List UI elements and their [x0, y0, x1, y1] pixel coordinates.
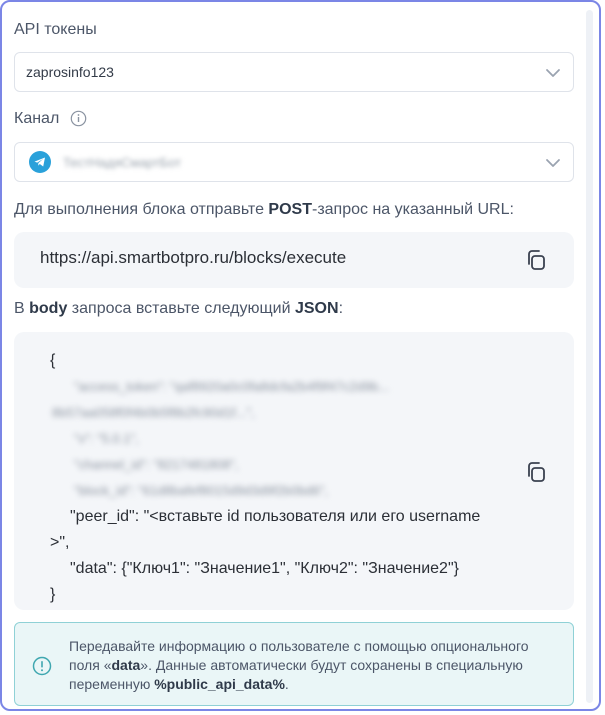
body-instruction-prefix: В [14, 300, 30, 317]
json-hidden-line: 8b57aa058f0f4b0b5f8b2fc90d1f...", [52, 405, 255, 420]
json-hidden-line: "block_id": "61d8bafef8015d9d3d9f2b0bd6"… [74, 483, 329, 498]
note-data-word: data [111, 657, 141, 673]
telegram-icon [29, 151, 51, 173]
json-open-brace: { [50, 352, 56, 369]
channel-label-row: Канал [14, 110, 87, 128]
api-tokens-value: zaprosinfo123 [26, 64, 114, 80]
url-box: https://api.smartbotpro.ru/blocks/execut… [14, 232, 574, 288]
copy-icon[interactable] [523, 247, 549, 273]
json-code[interactable]: { "access_token": "qaf8920a0c0fa8dcfa2b4… [40, 348, 480, 608]
channel-label: Канал [14, 110, 60, 127]
json-hidden-line: "v": "5.0.1", [74, 431, 139, 446]
json-hidden-line: "channel_id": "8217481808", [74, 457, 239, 472]
api-tokens-select[interactable]: zaprosinfo123 [14, 52, 574, 92]
body-instruction-middle: запроса вставьте следующий [67, 300, 295, 317]
body-instruction-suffix: : [338, 300, 344, 317]
json-peer-line-end: >", [50, 534, 70, 551]
json-hidden-line: "access_token": "qaf8920a0c0fa8dcfa2b4f9… [74, 379, 390, 394]
instruction-method: POST [268, 201, 312, 218]
channel-select[interactable]: ТестНадяСмартБот [14, 142, 574, 182]
note-text-part: . [284, 676, 289, 692]
body-instruction: В body запроса вставьте следующий JSON: [14, 300, 343, 318]
body-word: body [29, 300, 68, 317]
chevron-down-icon [546, 159, 560, 167]
json-peer-line: "peer_id": "<вставьте id пользователя ил… [70, 508, 481, 525]
url-instruction: Для выполнения блока отправьте POST-запр… [14, 201, 514, 219]
json-word: JSON [294, 300, 339, 317]
info-note-text: Передавайте информацию о пользователе с … [69, 637, 549, 694]
json-box: { "access_token": "qaf8920a0c0fa8dcfa2b4… [14, 332, 574, 610]
chevron-down-icon [546, 69, 560, 77]
endpoint-url[interactable]: https://api.smartbotpro.ru/blocks/execut… [40, 248, 346, 268]
instruction-prefix: Для выполнения блока отправьте [14, 201, 269, 218]
alert-icon [32, 656, 52, 676]
json-data-line: "data": {"Ключ1": "Значение1", "Ключ2": … [70, 560, 459, 577]
info-note: Передавайте информацию о пользователе с … [14, 622, 574, 706]
channel-value: ТестНадяСмартБот [63, 154, 182, 170]
api-settings-panel: API токены zaprosinfo123 Канал ТестНадяС… [0, 0, 601, 711]
json-close-brace: } [50, 586, 56, 603]
api-tokens-label: API токены [14, 21, 97, 38]
instruction-suffix: -запрос на указанный URL: [311, 201, 514, 218]
copy-icon[interactable] [523, 459, 549, 485]
info-icon[interactable] [70, 110, 87, 127]
note-variable: %public_api_data% [154, 676, 285, 692]
scrollbar[interactable] [586, 10, 593, 703]
